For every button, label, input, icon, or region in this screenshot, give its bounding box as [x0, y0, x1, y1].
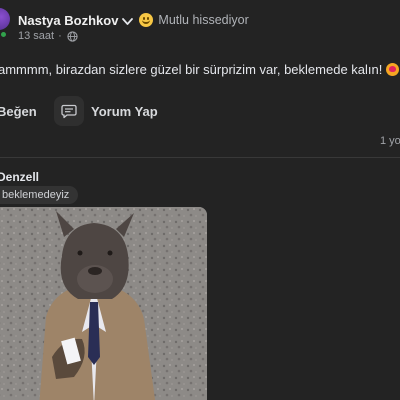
comment-button[interactable]: Yorum Yap	[54, 96, 158, 126]
verified-badge-icon	[121, 15, 134, 28]
post-header: Nastya Bozhkov Mutlu hissediyor	[18, 10, 249, 30]
post-body-text: ammmm, birazdan sizlere güzel bir sürpri…	[0, 61, 400, 77]
speech-bubble-icon	[54, 96, 84, 126]
post-author-avatar[interactable]	[0, 8, 10, 30]
comment-button-label: Yorum Yap	[91, 103, 158, 119]
comment-gif-image[interactable]	[0, 207, 207, 400]
globe-icon	[67, 30, 78, 42]
online-status-dot	[0, 30, 8, 39]
feeling-status: Mutlu hissediyor	[158, 13, 249, 27]
comment-author-name[interactable]: Denzell	[0, 170, 39, 184]
post-body-text-content: ammmm, birazdan sizlere güzel bir sürpri…	[0, 62, 383, 77]
post-meta: 13 saat ·	[18, 30, 78, 42]
comment-count[interactable]: 1 yor	[380, 135, 400, 147]
comment-text: beklemedeyiz	[2, 189, 70, 201]
post-author-name[interactable]: Nastya Bozhkov	[18, 13, 118, 28]
kiss-face-emoji-icon	[386, 63, 400, 76]
dot-separator: ·	[58, 30, 62, 42]
post-timestamp[interactable]: 13 saat	[18, 30, 54, 42]
comment-bubble: beklemedeyiz	[0, 186, 79, 204]
like-button[interactable]: Beğen	[0, 104, 37, 119]
smiling-face-emoji-icon	[139, 13, 154, 27]
section-divider	[0, 157, 400, 158]
